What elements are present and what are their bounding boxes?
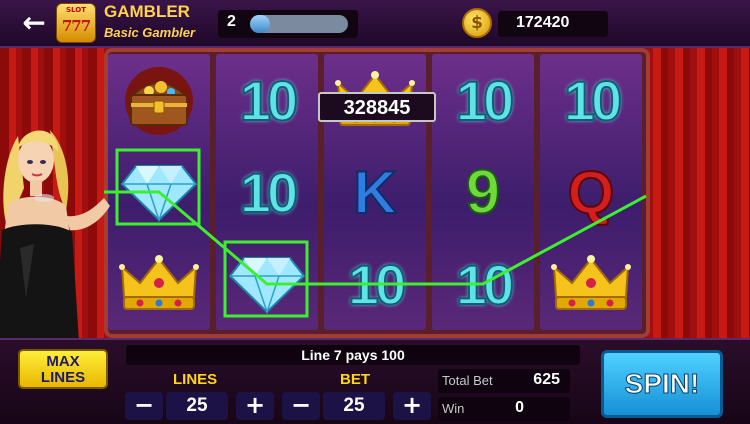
lines-label: LINES (173, 371, 218, 388)
level-number: 2 (227, 13, 236, 30)
bet-minus-button[interactable]: − (282, 392, 320, 420)
xp-progress-fill (250, 15, 270, 33)
right-curtain (646, 48, 750, 338)
win-label: Win (442, 401, 465, 416)
win-value: 0 (515, 399, 524, 416)
hostess-character-image (0, 130, 110, 338)
player-rank: Basic Gambler (104, 25, 196, 40)
back-arrow-icon[interactable]: ← (16, 8, 52, 38)
lines-minus-button[interactable]: − (125, 392, 163, 420)
slot-game-icon: SLOT 777 (56, 3, 96, 43)
total-bet-label: Total Bet (442, 373, 493, 388)
jackpot-counter: 328845 (318, 92, 436, 122)
max-lines-label-1: MAX (46, 353, 80, 370)
control-panel: MAX LINES Line 7 pays 100 LINES − 25 + B… (0, 338, 750, 424)
payline-message: Line 7 pays 100 (126, 345, 580, 365)
bet-value: 25 (323, 392, 385, 420)
bet-label: BET (340, 371, 370, 388)
level-indicator: 2 (218, 10, 358, 38)
win-symbol-highlight (223, 240, 309, 318)
slot-stage: 10 10 K 10 10 9 10 10 Q 328845 (0, 48, 750, 338)
total-bet-box: Total Bet 625 (438, 369, 570, 393)
top-bar: ← SLOT 777 GAMBLER Basic Gambler 2 $ 172… (0, 0, 750, 48)
coin-icon[interactable]: $ (462, 8, 492, 38)
spin-button[interactable]: SPIN! (601, 350, 723, 418)
game-icon-label: SLOT (66, 6, 86, 14)
bet-plus-button[interactable]: + (393, 392, 431, 420)
win-box: Win 0 (438, 397, 570, 421)
max-lines-button[interactable]: MAX LINES (18, 349, 108, 389)
xp-progress-bar (250, 15, 348, 33)
game-icon-sevens: 777 (61, 17, 91, 35)
game-title: GAMBLER (104, 2, 190, 21)
win-symbol-highlight (115, 148, 201, 226)
max-lines-label-2: LINES (40, 369, 86, 386)
win-payline (104, 190, 647, 286)
coin-balance[interactable]: 172420 (498, 11, 608, 37)
total-bet-value: 625 (533, 371, 560, 388)
lines-plus-button[interactable]: + (236, 392, 274, 420)
coin-balance-value: 172420 (516, 14, 570, 31)
lines-value: 25 (166, 392, 228, 420)
